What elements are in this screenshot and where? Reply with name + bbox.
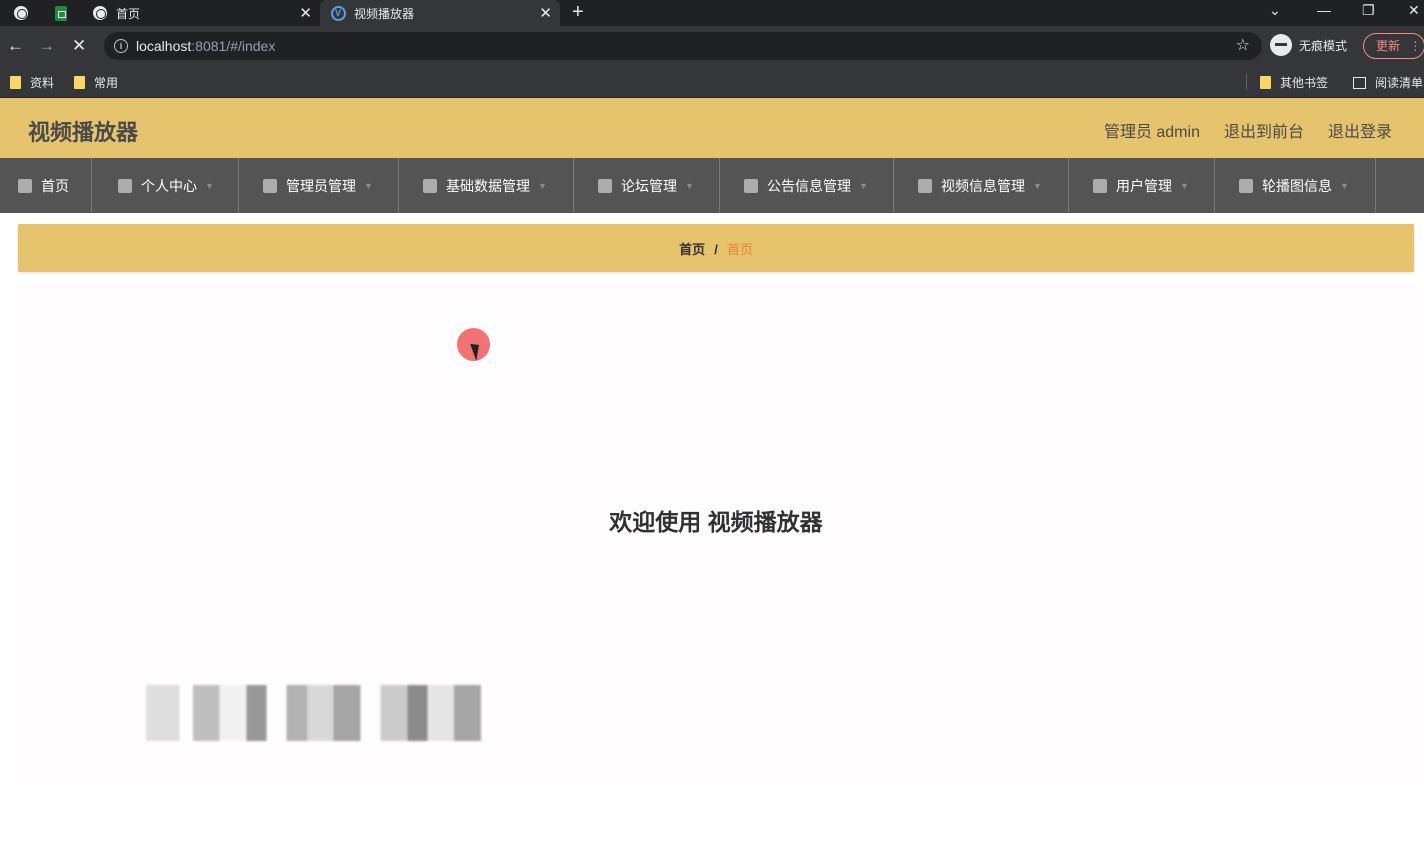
address-bar[interactable]: i localhost:8081/#/index ☆ bbox=[104, 32, 1262, 60]
breadcrumb-separator: / bbox=[714, 242, 718, 257]
home-icon bbox=[18, 178, 32, 193]
new-tab-button[interactable]: + bbox=[572, 1, 584, 24]
chevron-down-icon: ▼ bbox=[1033, 180, 1042, 191]
folder-icon bbox=[10, 76, 21, 89]
logout-link[interactable]: 退出登录 bbox=[1328, 118, 1392, 142]
tab-label: 视频播放器 bbox=[354, 6, 415, 21]
nav-item-forum[interactable]: 论坛管理 ▼ bbox=[574, 158, 720, 213]
main-content: 欢迎使用 视频播放器 bbox=[16, 282, 1416, 784]
incognito-icon bbox=[1270, 34, 1292, 56]
forward-icon[interactable]: → bbox=[38, 35, 55, 57]
profile-label: 无痕模式 bbox=[1299, 38, 1348, 53]
chevron-down-icon: ▼ bbox=[1180, 180, 1189, 191]
browser-tab-home[interactable]: 首页 ✕ bbox=[82, 0, 320, 26]
chevron-down-icon: ▼ bbox=[859, 180, 868, 191]
tab-label: 首页 bbox=[116, 6, 141, 21]
window-close-button[interactable]: ✕ bbox=[1408, 2, 1420, 19]
send-icon bbox=[263, 178, 277, 193]
nav-item-admin-mgmt[interactable]: 管理员管理 ▼ bbox=[239, 158, 399, 213]
nav-item-notice[interactable]: 公告信息管理 ▼ bbox=[720, 158, 894, 213]
bookmarks-bar: 资料 常用 其他书签 阅读清单 bbox=[0, 66, 1424, 98]
page-bottom bbox=[0, 784, 1424, 848]
nav-item-basic-data[interactable]: 基础数据管理 ▼ bbox=[399, 158, 574, 213]
app-header: 视频播放器 管理员 admin 退出到前台 退出登录 bbox=[0, 98, 1424, 158]
url-text[interactable]: localhost:8081/#/index bbox=[136, 38, 275, 54]
bookmark-other[interactable]: 其他书签 bbox=[1260, 74, 1328, 91]
front-link[interactable]: 退出到前台 bbox=[1224, 118, 1304, 142]
user-icon bbox=[118, 178, 132, 193]
nav-item-users[interactable]: 用户管理 ▼ bbox=[1069, 158, 1215, 213]
v-logo-icon: V bbox=[330, 5, 346, 21]
browser-toolbar: ← → ✕ i localhost:8081/#/index ☆ 无痕模式 更新… bbox=[0, 26, 1424, 66]
chart-icon bbox=[1239, 178, 1253, 193]
reading-list-icon bbox=[1353, 76, 1366, 89]
breadcrumb-bar: 首页 / 首页 bbox=[18, 224, 1414, 272]
pinned-sheets-icon[interactable] bbox=[52, 4, 70, 22]
chevron-down-icon: ▼ bbox=[364, 180, 373, 191]
folder-icon bbox=[74, 76, 85, 89]
globe-icon bbox=[92, 5, 108, 21]
breadcrumb: 首页 / 首页 bbox=[18, 239, 1414, 258]
browser-tab-video-player[interactable]: V 视频播放器 ✕ bbox=[320, 0, 560, 26]
chevron-down-icon: ▼ bbox=[538, 180, 547, 191]
site-info-icon[interactable]: i bbox=[114, 39, 128, 53]
bookmark-star-icon[interactable]: ☆ bbox=[1236, 35, 1250, 55]
app-title: 视频播放器 bbox=[28, 120, 139, 145]
bookmark-folder-changyong[interactable]: 常用 bbox=[74, 74, 118, 91]
briefcase-icon bbox=[598, 178, 612, 193]
bookmark-folder-ziliao[interactable]: 资料 bbox=[10, 74, 54, 91]
nav-item-video-info[interactable]: 视频信息管理 ▼ bbox=[894, 158, 1069, 213]
breadcrumb-root[interactable]: 首页 bbox=[679, 242, 705, 257]
chevron-down-icon: ▼ bbox=[1340, 180, 1349, 191]
admin-label: 管理员 admin bbox=[1103, 124, 1200, 141]
welcome-text: 欢迎使用 视频播放器 bbox=[609, 509, 823, 535]
close-icon[interactable]: ✕ bbox=[539, 4, 552, 22]
stop-loading-icon[interactable]: ✕ bbox=[72, 35, 86, 57]
pinned-globe-icon[interactable] bbox=[12, 4, 30, 22]
restore-button[interactable]: ❐ bbox=[1362, 2, 1375, 19]
menu-dots-icon: ⋮ bbox=[1409, 39, 1422, 53]
bookmark-divider bbox=[1246, 74, 1247, 90]
pixelated-region bbox=[146, 685, 481, 741]
tab-search-icon[interactable]: ⌄ bbox=[1269, 2, 1281, 19]
browser-tabstrip: 首页 ✕ V 视频播放器 ✕ + ⌄ — ❐ ✕ bbox=[0, 0, 1424, 26]
minimize-button[interactable]: — bbox=[1317, 2, 1331, 18]
main-nav: 首页 个人中心 ▼ 管理员管理 ▼ 基础数据管理 ▼ 论坛管理 ▼ 公告信息管理… bbox=[0, 158, 1424, 213]
update-button[interactable]: 更新 ⋮ bbox=[1363, 33, 1424, 59]
breadcrumb-current: 首页 bbox=[726, 242, 753, 257]
nav-item-personal[interactable]: 个人中心 ▼ bbox=[92, 158, 239, 213]
chevron-down-icon: ▼ bbox=[205, 180, 214, 191]
chevron-down-icon: ▼ bbox=[685, 180, 694, 191]
close-icon[interactable]: ✕ bbox=[299, 4, 312, 22]
list-icon bbox=[744, 178, 758, 193]
monitor-icon bbox=[1093, 178, 1107, 193]
info-icon bbox=[918, 178, 932, 193]
nav-item-home[interactable]: 首页 bbox=[0, 158, 92, 213]
header-links: 管理员 admin 退出到前台 退出登录 bbox=[1104, 118, 1392, 142]
nav-item-carousel[interactable]: 轮播图信息 ▼ bbox=[1215, 158, 1376, 213]
folder-icon bbox=[1260, 76, 1271, 89]
reading-list[interactable]: 阅读清单 bbox=[1353, 74, 1423, 91]
back-icon[interactable]: ← bbox=[7, 35, 24, 57]
incognito-profile[interactable]: 无痕模式 bbox=[1270, 34, 1347, 56]
chat-icon bbox=[423, 178, 437, 193]
